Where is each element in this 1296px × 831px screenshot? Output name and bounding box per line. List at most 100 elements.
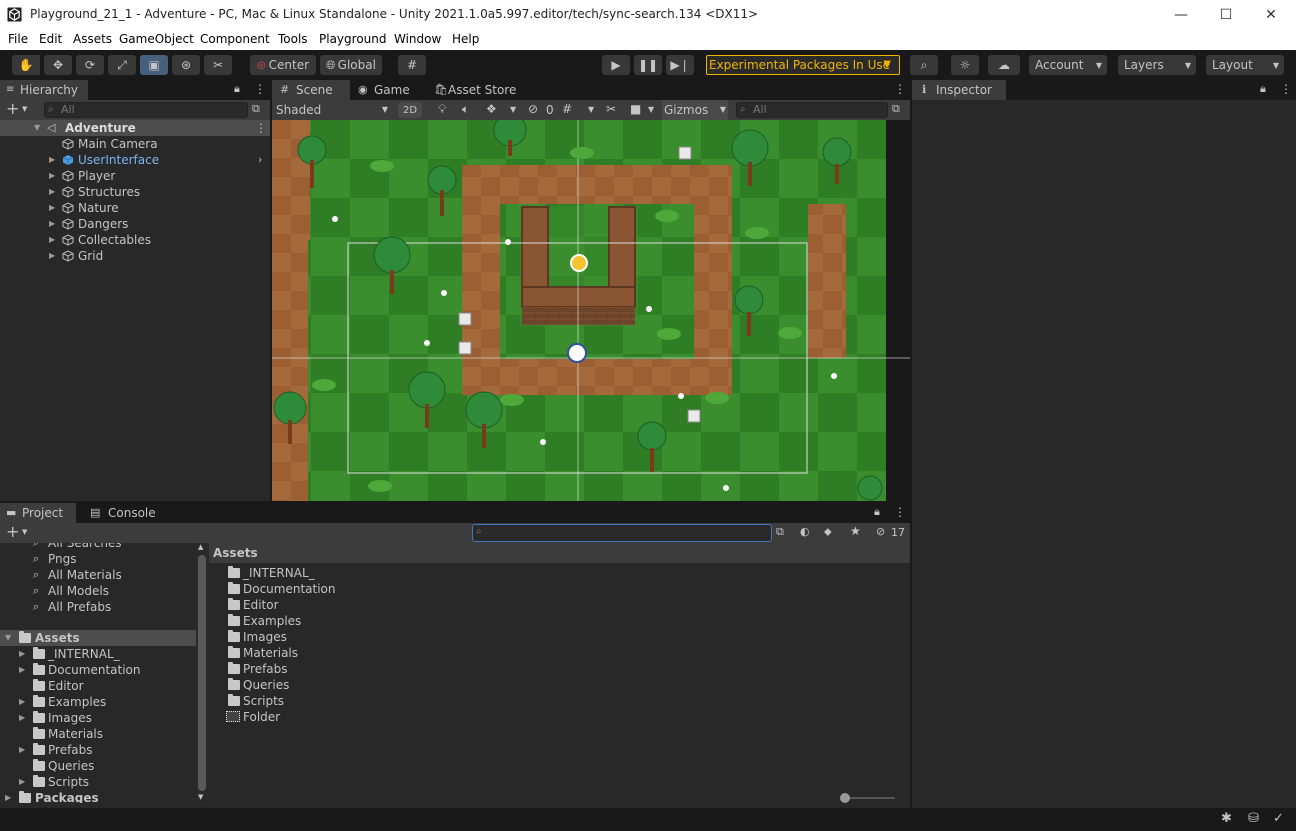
scale-tool-button[interactable]: ⤢ (108, 55, 136, 75)
chevron-down-icon[interactable]: ▼ (648, 105, 654, 114)
tree-folder-item[interactable]: ▶ _INTERNAL_ (0, 646, 196, 662)
filter-by-label-icon[interactable]: ⬥ (824, 525, 832, 539)
chevron-down-icon[interactable]: ▼ (510, 105, 516, 114)
kebab-menu-icon[interactable]: ⋮ (894, 82, 906, 96)
tree-folder-item[interactable]: Queries (0, 758, 196, 774)
scroll-up-icon[interactable]: ▲ (198, 543, 203, 551)
layers-dropdown[interactable]: Layers ▼ (1118, 55, 1196, 75)
tree-folder-item[interactable]: ▶ Examples (0, 694, 196, 710)
asset-folder-item[interactable]: Materials (226, 645, 626, 661)
menu-component[interactable]: Component (200, 32, 270, 46)
asset-folder-item[interactable]: Documentation (226, 581, 626, 597)
saved-search-item[interactable]: ⌕ All Materials (0, 567, 196, 583)
cloud-button[interactable]: ☁ (988, 55, 1020, 75)
hierarchy-scene-row[interactable]: ▼ ◁ Adventure ⋮ (0, 120, 270, 136)
hierarchy-item[interactable]: ▶ Nature (0, 200, 270, 216)
lock-icon[interactable]: 🔒︎ (1260, 82, 1266, 96)
grid-icon[interactable]: # (562, 102, 572, 116)
expand-arrow-icon[interactable]: ▶ (19, 646, 25, 662)
expand-arrow-icon[interactable]: ▶ (19, 774, 25, 790)
expand-arrow-icon[interactable]: ▶ (19, 710, 25, 726)
hierarchy-search-options-icon[interactable]: ⧉ (252, 102, 260, 116)
pivot-mode-button[interactable]: ◎ Center (250, 55, 316, 75)
tree-folder-item[interactable]: ▶ Scripts (0, 774, 196, 790)
expand-arrow-icon[interactable]: ▶ (49, 232, 55, 248)
scrollbar-thumb[interactable] (198, 555, 206, 791)
expand-arrow-icon[interactable]: ▶ (19, 662, 25, 678)
lock-icon[interactable]: 🔒︎ (874, 505, 880, 519)
pause-button[interactable]: ❚❚ (634, 55, 662, 75)
step-button[interactable]: ▶❘ (666, 55, 694, 75)
menu-window[interactable]: Window (394, 32, 441, 46)
asset-folder-item[interactable]: Images (226, 629, 626, 645)
move-tool-button[interactable]: ✥ (44, 55, 72, 75)
asset-folder-item[interactable]: _INTERNAL_ (226, 565, 626, 581)
hierarchy-item[interactable]: Main Camera (0, 136, 270, 152)
lock-icon[interactable]: 🔒︎ (234, 82, 240, 96)
hidden-packages-icon[interactable]: ⊘ (876, 525, 885, 538)
tree-folder-item[interactable]: ▶ Prefabs (0, 742, 196, 758)
menu-edit[interactable]: Edit (39, 32, 62, 46)
folder-tree-scrollbar[interactable]: ▲ ▼ (196, 543, 208, 805)
expand-arrow-icon[interactable]: ▶ (5, 790, 11, 803)
add-icon[interactable]: + (6, 523, 19, 541)
expand-arrow-icon[interactable]: ▶ (49, 200, 55, 216)
tree-folder-item[interactable]: ▶ Images (0, 710, 196, 726)
saved-search-item[interactable]: ⌕ All Searches (0, 543, 196, 551)
hierarchy-item[interactable]: ▶ Structures (0, 184, 270, 200)
tree-folder-item[interactable]: ▶ Documentation (0, 662, 196, 678)
shading-mode-dropdown[interactable]: Shaded ▼ (272, 100, 392, 120)
close-button[interactable]: ✕ (1259, 4, 1283, 26)
menu-tools[interactable]: Tools (278, 32, 308, 46)
asset-folder-item[interactable]: Editor (226, 597, 626, 613)
rotate-tool-button[interactable]: ⟳ (76, 55, 104, 75)
tab-project[interactable]: ▬ Project (0, 503, 76, 523)
hierarchy-search-input[interactable]: ⌕ All (44, 102, 248, 118)
expand-arrow-icon[interactable]: ▼ (5, 630, 11, 646)
expand-arrow-icon[interactable]: ▼ (34, 120, 40, 136)
expand-arrow-icon[interactable]: ▶ (49, 168, 55, 184)
saved-search-item[interactable]: ⌕ All Models (0, 583, 196, 599)
breadcrumb-assets[interactable]: Assets (213, 546, 258, 560)
chevron-right-icon[interactable]: › (258, 152, 262, 168)
kebab-menu-icon[interactable]: ⋮ (1280, 82, 1292, 96)
project-search-input[interactable]: ⌕ (472, 524, 772, 542)
layout-dropdown[interactable]: Layout ▼ (1206, 55, 1284, 75)
scene-viewport[interactable] (272, 120, 910, 501)
tree-assets-root[interactable]: ▼ Assets (0, 630, 196, 646)
account-dropdown[interactable]: Account ▼ (1029, 55, 1107, 75)
saved-search-item[interactable]: ⌕ All Prefabs (0, 599, 196, 615)
hierarchy-item[interactable]: ▶ Collectables (0, 232, 270, 248)
audio-icon[interactable]: 🔈︎ (462, 102, 469, 117)
expand-arrow-icon[interactable]: ▶ (49, 184, 55, 200)
search-button[interactable]: ⌕ (910, 55, 938, 75)
tab-game[interactable]: ◉ Game (350, 80, 428, 100)
debug-icon[interactable]: ✱ (1221, 811, 1232, 826)
tab-console[interactable]: ▤ Console (80, 503, 160, 523)
add-icon[interactable]: + (6, 100, 19, 118)
check-circle-icon[interactable]: ✓ (1273, 811, 1284, 826)
maximize-button[interactable]: ☐ (1214, 4, 1238, 26)
snap-grid-button[interactable]: # (398, 55, 426, 75)
pivot-space-button[interactable]: 🌐︎ Global (320, 55, 382, 75)
menu-file[interactable]: File (8, 32, 28, 46)
hierarchy-item[interactable]: ▶ Player (0, 168, 270, 184)
tab-inspector[interactable]: ℹ Inspector (912, 80, 1006, 100)
scene-search-options-icon[interactable]: ⧉ (892, 102, 900, 116)
expand-arrow-icon[interactable]: ▶ (49, 248, 55, 264)
chevron-down-icon[interactable]: ▼ (22, 528, 27, 536)
kebab-menu-icon[interactable]: ⋮ (255, 120, 267, 136)
minimize-button[interactable]: — (1169, 4, 1193, 26)
search-options-icon[interactable]: ⧉ (776, 525, 784, 539)
tab-asset-store[interactable]: 🛍︎ Asset Store (428, 80, 528, 100)
2d-mode-button[interactable]: 2D (398, 102, 422, 118)
expand-arrow-icon[interactable]: ▶ (49, 152, 55, 168)
rect-tool-button[interactable]: ▣ (140, 55, 168, 75)
asset-folder-item[interactable]: Prefabs (226, 661, 626, 677)
play-button[interactable]: ▶ (602, 55, 630, 75)
menu-help[interactable]: Help (452, 32, 479, 46)
zoom-slider-thumb[interactable] (840, 793, 850, 803)
asset-folder-item[interactable]: Scripts (226, 693, 626, 709)
chevron-down-icon[interactable]: ▼ (588, 105, 594, 114)
asset-search-folder-item[interactable]: Folder (226, 709, 626, 725)
